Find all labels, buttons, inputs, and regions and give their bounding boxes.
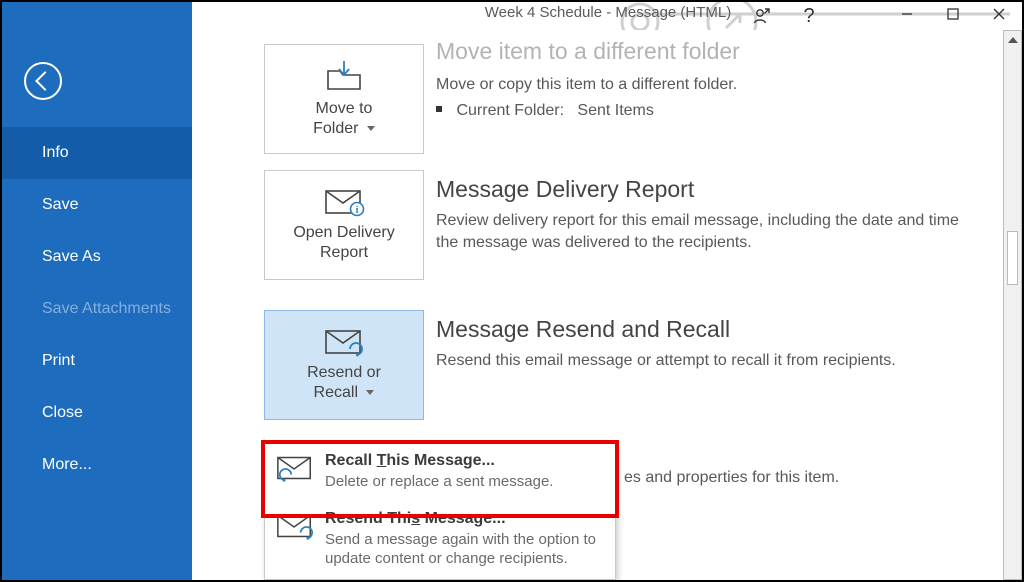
move-to-folder-button[interactable]: Move to Folder [264, 44, 424, 154]
sidebar-label: More... [42, 456, 92, 474]
sidebar-item-info[interactable]: Info [0, 127, 192, 179]
sidebar-label: Save Attachments [42, 300, 171, 318]
envelope-refresh-icon [323, 327, 365, 357]
menu-desc: Send a message again with the option to … [325, 530, 605, 569]
tile-label: Open Delivery Report [293, 223, 394, 263]
tile-label: Move to Folder [313, 99, 375, 139]
back-button[interactable] [24, 62, 62, 100]
envelope-resend-icon [275, 510, 315, 542]
sidebar-item-close[interactable]: Close [0, 387, 192, 439]
sidebar-label: Save [42, 196, 78, 214]
svg-text:i: i [356, 205, 359, 216]
titlebar: Week 4 Schedule - Message (HTML) ? [192, 0, 1024, 30]
envelope-recall-icon [275, 452, 315, 484]
move-desc: Move or copy this item to a different fo… [436, 74, 737, 96]
menu-title: Resend This Message... [325, 510, 605, 528]
chevron-down-icon [366, 390, 374, 395]
sidebar-label: Save As [42, 248, 101, 266]
backstage-sidebar: Info Save Save As Save Attachments Print… [0, 0, 192, 582]
resend-recall-dropdown: Recall This Message... Delete or replace… [264, 443, 616, 580]
menu-title: Recall This Message... [325, 452, 605, 470]
move-title-cut: Move item to a different folder [436, 38, 740, 65]
resend-or-recall-button[interactable]: Resend or Recall [264, 310, 424, 420]
sidebar-item-print[interactable]: Print [0, 335, 192, 387]
sidebar-label: Print [42, 352, 75, 370]
menu-resend-this-message[interactable]: Resend This Message... Send a message ag… [265, 502, 615, 579]
sidebar-item-save[interactable]: Save [0, 179, 192, 231]
delivery-title: Message Delivery Report [436, 176, 694, 203]
minimize-button[interactable] [884, 0, 930, 28]
vertical-scrollbar[interactable] [1003, 30, 1022, 580]
sidebar-item-more[interactable]: More... [0, 439, 192, 491]
move-current-folder: Current Folder: Sent Items [436, 100, 654, 122]
current-folder-label: Current Folder: [456, 102, 564, 119]
envelope-info-icon: i [323, 187, 365, 217]
menu-desc: Delete or replace a sent message. [325, 472, 605, 492]
scroll-thumb[interactable] [1007, 231, 1018, 285]
info-pane: Move to Folder Move item to a different … [192, 30, 1024, 582]
close-button[interactable] [976, 0, 1022, 28]
menu-recall-this-message[interactable]: Recall This Message... Delete or replace… [265, 444, 615, 502]
resend-desc: Resend this email message or attempt to … [436, 350, 996, 372]
properties-desc-partial: es and properties for this item. [624, 467, 839, 489]
tile-label: Resend or Recall [307, 363, 381, 403]
maximize-button[interactable] [930, 0, 976, 28]
help-icon[interactable]: ? [786, 2, 832, 30]
resend-title: Message Resend and Recall [436, 316, 730, 343]
bullet-icon [436, 106, 442, 112]
sidebar-label: Close [42, 404, 83, 422]
user-icon[interactable] [738, 2, 784, 30]
scroll-up-arrow[interactable] [1004, 31, 1021, 49]
delivery-desc: Review delivery report for this email me… [436, 210, 976, 253]
open-delivery-report-button[interactable]: i Open Delivery Report [264, 170, 424, 280]
sidebar-item-saveas[interactable]: Save As [0, 231, 192, 283]
current-folder-value: Sent Items [577, 102, 653, 119]
sidebar-item-saveattach: Save Attachments [0, 283, 192, 335]
folder-in-icon [324, 59, 364, 93]
chevron-down-icon [367, 126, 375, 131]
window-title: Week 4 Schedule - Message (HTML) [485, 4, 731, 21]
sidebar-label: Info [42, 144, 69, 162]
